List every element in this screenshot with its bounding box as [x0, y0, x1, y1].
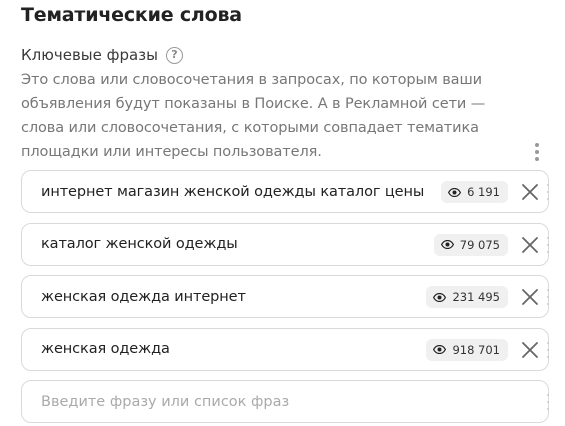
eye-icon	[433, 345, 447, 354]
impressions-count: 79 075	[459, 237, 500, 252]
impressions-count: 231 495	[452, 290, 500, 304]
impressions-count: 918 701	[452, 342, 500, 357]
keywords-label-row: Ключевые фразы ?	[21, 46, 183, 64]
close-icon[interactable]	[520, 287, 540, 307]
close-icon[interactable]	[520, 235, 540, 255]
phrase-input[interactable]	[22, 381, 502, 422]
vertical-dots-icon[interactable]	[529, 141, 545, 163]
impressions-count: 6 191	[467, 185, 500, 199]
keywords-description: Это слова или словосочетания в запросах,…	[21, 72, 486, 160]
resize-handle	[545, 184, 551, 200]
resize-handle	[545, 236, 551, 253]
question-circle-icon[interactable]: ?	[166, 46, 183, 64]
close-icon[interactable]	[520, 340, 540, 360]
phrase-text[interactable]: женская одежда интернет	[41, 289, 246, 305]
impressions-badge: 231 495	[426, 286, 508, 308]
close-icon[interactable]	[520, 182, 540, 202]
impressions-badge: 918 701	[426, 338, 508, 361]
keywords-label: Ключевые фразы	[21, 46, 158, 64]
phrase-row[interactable]: интернет магазин женской одежды каталог …	[21, 170, 549, 213]
resize-handle	[545, 394, 551, 410]
eye-icon	[448, 187, 462, 197]
new-phrase-field[interactable]	[21, 380, 549, 423]
eye-icon	[440, 240, 454, 249]
eye-icon	[433, 292, 447, 302]
phrase-row[interactable]: женская одежда 918 701	[21, 327, 551, 371]
phrase-row[interactable]: женская одежда интернет 231 495	[21, 275, 549, 318]
resize-handle	[545, 341, 551, 358]
phrase-text[interactable]: каталог женской одежды	[41, 236, 238, 252]
phrase-list: интернет магазин женской одежды каталог …	[21, 170, 549, 423]
phrase-text[interactable]: интернет магазин женской одежды каталог …	[41, 184, 424, 200]
impressions-badge: 79 075	[433, 233, 508, 256]
phrase-row[interactable]: каталог женской одежды 79 075	[21, 222, 551, 266]
phrase-text[interactable]: женская одежда	[41, 341, 170, 357]
impressions-badge: 6 191	[441, 181, 508, 203]
resize-handle	[545, 289, 551, 305]
section-title: Тематические слова	[21, 4, 242, 26]
